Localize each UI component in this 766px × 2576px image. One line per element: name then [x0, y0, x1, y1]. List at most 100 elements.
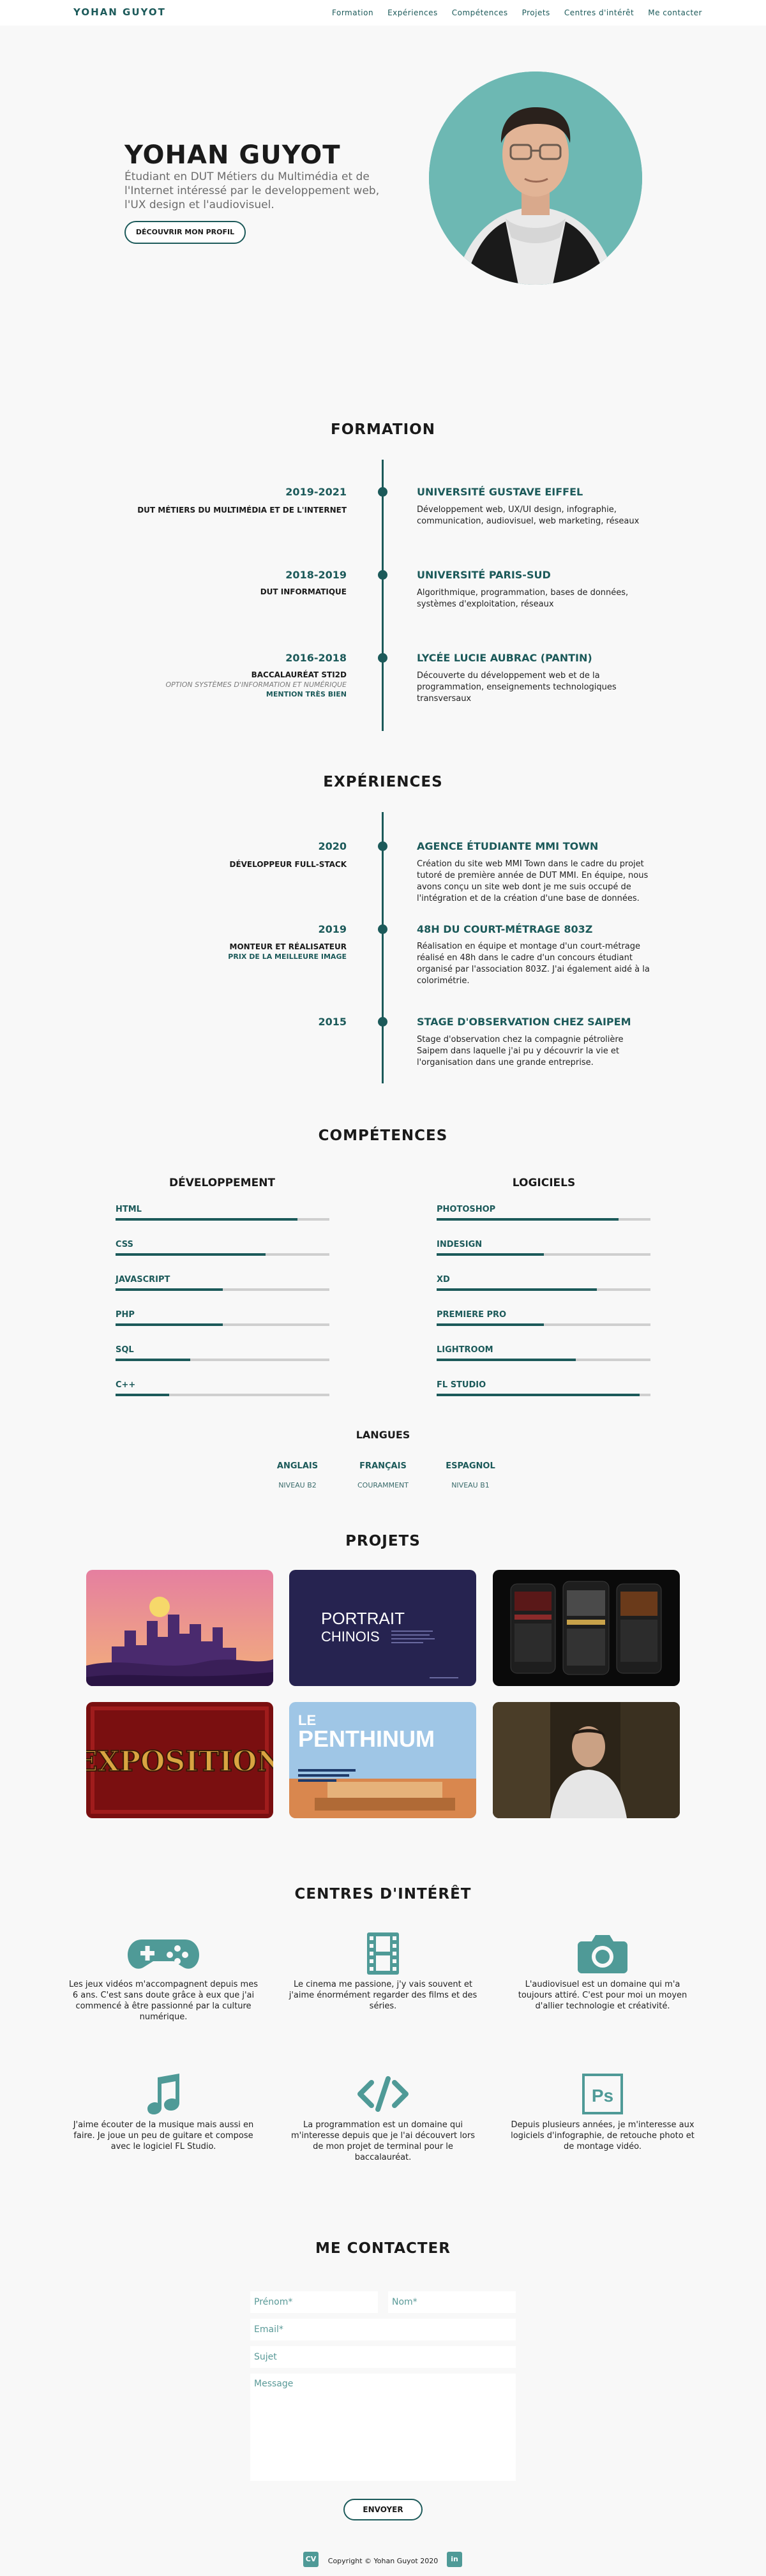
project-portrait-chinois[interactable]: PORTRAIT CHINOIS: [289, 1570, 476, 1686]
skill-bar-fill: [437, 1218, 619, 1221]
formation-description: Développement web, UX/UI design, infogra…: [417, 505, 640, 526]
skill-item: PREMIERE PRO: [437, 1310, 650, 1326]
language-level: NIVEAU B1: [451, 1481, 490, 1489]
experience-year: 2019: [318, 923, 347, 935]
nav-link-competences[interactable]: Compétences: [452, 8, 508, 17]
nav-link-experiences[interactable]: Expériences: [387, 8, 438, 17]
experience-place: AGENCE ÉTUDIANTE MMI TOWN: [417, 840, 599, 852]
project-portrait-photo[interactable]: [493, 1702, 680, 1818]
project-mobile-screens[interactable]: [493, 1570, 680, 1686]
lastname-field[interactable]: [388, 2291, 516, 2313]
skill-bar-fill: [116, 1253, 266, 1256]
project-exposition[interactable]: EXPOSITION: [86, 1702, 273, 1818]
skill-bar-track: [116, 1218, 329, 1221]
formation-school: UNIVERSITÉ GUSTAVE EIFFEL: [417, 486, 583, 498]
portrait-word: PORTRAIT: [321, 1609, 405, 1628]
top-navbar: YOHAN GUYOT Formation Expériences Compét…: [0, 0, 766, 26]
interest-item-gaming: Les jeux vidéos m'accompagnent depuis me…: [68, 1928, 259, 2022]
role-name: DÉVELOPPEUR FULL-STACK: [229, 860, 347, 869]
chinois-word: CHINOIS: [321, 1629, 380, 1645]
experience-role: MONTEUR ET RÉALISATEUR PRIX DE LA MEILLE…: [91, 942, 347, 961]
formation-school: LYCÉE LUCIE AUBRAC (PANTIN): [417, 652, 592, 664]
discover-profile-button[interactable]: DÉCOUVRIR MON PROFIL: [124, 221, 246, 244]
skill-bar-track: [116, 1394, 329, 1396]
nav-link-interets[interactable]: Centres d'intérêt: [564, 8, 634, 17]
skill-name: HTML: [116, 1205, 142, 1214]
interest-item-programming: La programmation est un domaine qui m'in…: [287, 2068, 479, 2163]
skill-bar-fill: [437, 1253, 544, 1256]
formation-year: 2019-2021: [285, 486, 347, 498]
degree-name: DUT INFORMATIQUE: [260, 587, 347, 596]
skill-name: JAVASCRIPT: [116, 1275, 170, 1284]
project-city-illustration[interactable]: [86, 1570, 273, 1686]
formation-description: Découverte du développement web et de la…: [417, 671, 617, 704]
skill-item: FL STUDIO: [437, 1380, 650, 1396]
site-logo[interactable]: YOHAN GUYOT: [73, 6, 166, 18]
skill-item: LIGHTROOM: [437, 1345, 650, 1361]
timeline-dot: [378, 487, 387, 497]
email-field[interactable]: [250, 2319, 516, 2340]
interets-title: CENTRES D'INTÉRÊT: [294, 1886, 472, 1902]
timeline-dot: [378, 924, 387, 934]
role-award: PRIX DE LA MEILLEURE IMAGE: [228, 953, 347, 961]
contact-title: ME CONTACTER: [315, 2240, 451, 2257]
interest-item-cinema: Le cinema me passione, j'y vais souvent …: [287, 1928, 479, 2012]
formation-description: Algorithmique, programmation, bases de d…: [417, 588, 629, 609]
timeline-dot: [378, 841, 387, 851]
formation-degree: DUT MÉTIERS DU MULTIMÉDIA ET DE L'INTERN…: [91, 506, 347, 515]
experience-description: Création du site web MMI Town dans le ca…: [417, 859, 649, 903]
language-level: COURAMMENT: [357, 1481, 409, 1489]
dev-skills-title: DÉVELOPPEMENT: [169, 1177, 276, 1189]
experience-role: DÉVELOPPEUR FULL-STACK: [91, 860, 347, 870]
language-name: ESPAGNOL: [446, 1461, 495, 1471]
hero-name: YOHAN GUYOT: [124, 140, 341, 170]
interest-item-music: J'aime écouter de la musique mais aussi …: [68, 2068, 259, 2152]
skill-name: INDESIGN: [437, 1240, 483, 1249]
skill-bar-fill: [437, 1359, 576, 1361]
skill-bar-track: [437, 1359, 650, 1361]
nav-link-projets[interactable]: Projets: [522, 8, 550, 17]
formation-year: 2018-2019: [285, 569, 347, 581]
code-icon: [287, 2068, 479, 2120]
competences-title: COMPÉTENCES: [318, 1127, 448, 1144]
skill-bar-track: [437, 1323, 650, 1326]
skill-bar-fill: [116, 1394, 169, 1396]
skill-item: XD: [437, 1275, 650, 1291]
skill-bar-track: [437, 1253, 650, 1256]
skill-name: FL STUDIO: [437, 1380, 486, 1390]
skill-bar-fill: [116, 1218, 297, 1221]
skill-name: SQL: [116, 1345, 134, 1355]
linkedin-icon[interactable]: in: [447, 2552, 462, 2567]
interest-text: L'audiovisuel est un domaine qui m'a tou…: [518, 1980, 687, 2011]
degree-option: OPTION SYSTÈMES D'INFORMATION ET NUMÉRIQ…: [165, 681, 347, 689]
interest-text: Les jeux vidéos m'accompagnent depuis me…: [69, 1980, 258, 2022]
message-field[interactable]: [250, 2374, 516, 2481]
experience-description: Réalisation en équipe et montage d'un co…: [417, 942, 650, 986]
project-penthinum[interactable]: LE PENTHINUM: [289, 1702, 476, 1818]
interest-text: Le cinema me passione, j'y vais souvent …: [289, 1980, 477, 2011]
interest-text: Depuis plusieurs années, je m'interesse …: [511, 2120, 695, 2151]
skill-bar-track: [116, 1288, 329, 1291]
subject-field[interactable]: [250, 2346, 516, 2368]
skill-name: XD: [437, 1275, 450, 1284]
experience-year: 2015: [318, 1016, 347, 1028]
projets-title: PROJETS: [345, 1533, 421, 1549]
language-item: ANGLAIS NIVEAU B2: [259, 1461, 336, 1489]
ps-label: Ps: [592, 2086, 613, 2105]
skill-bar-track: [437, 1218, 650, 1221]
send-button[interactable]: ENVOYER: [343, 2499, 423, 2520]
skill-item: SQL: [116, 1345, 329, 1361]
experience-description: Stage d'observation chez la compagnie pé…: [417, 1035, 624, 1067]
nav-link-formation[interactable]: Formation: [332, 8, 373, 17]
skill-bar-fill: [437, 1323, 544, 1326]
interest-text: J'aime écouter de la musique mais aussi …: [73, 2120, 254, 2151]
skill-bar-fill: [116, 1323, 223, 1326]
skill-bar-fill: [116, 1288, 223, 1291]
skill-name: PREMIERE PRO: [437, 1310, 507, 1320]
formation-title: FORMATION: [331, 421, 435, 438]
penthinum-word: PENTHINUM: [298, 1726, 435, 1752]
nav-link-contact[interactable]: Me contacter: [648, 8, 702, 17]
formation-timeline-line: [382, 460, 384, 731]
firstname-field[interactable]: [250, 2291, 378, 2313]
gamepad-icon: [68, 1928, 259, 1979]
